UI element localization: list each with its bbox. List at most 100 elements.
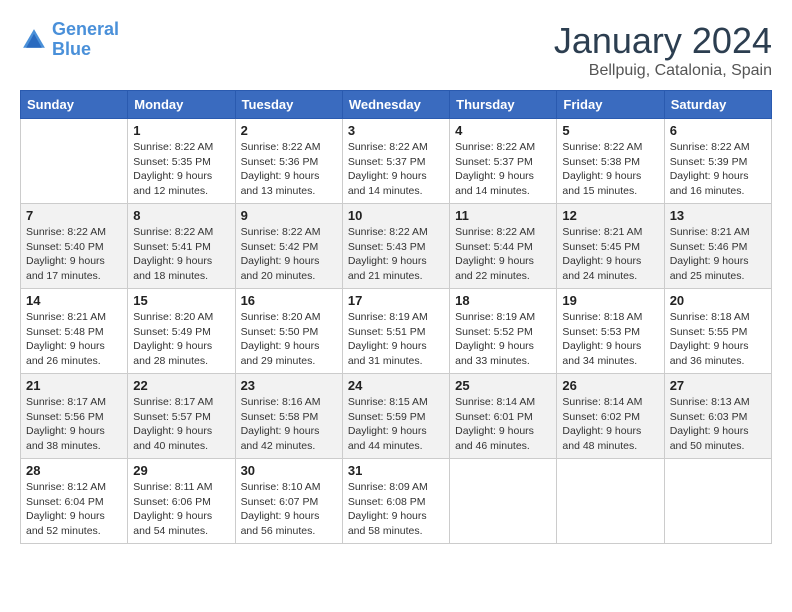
calendar-table: SundayMondayTuesdayWednesdayThursdayFrid… [20, 90, 772, 544]
col-header-wednesday: Wednesday [342, 91, 449, 119]
day-number: 2 [241, 123, 337, 138]
col-header-saturday: Saturday [664, 91, 771, 119]
day-cell: 30 Sunrise: 8:10 AMSunset: 6:07 PMDayligh… [235, 459, 342, 544]
day-cell: 7Sunrise: 8:22 AMSunset: 5:40 PMDaylight… [21, 204, 128, 289]
day-cell: 23Sunrise: 8:16 AMSunset: 5:58 PMDayligh… [235, 374, 342, 459]
logo-blue: Blue [52, 39, 91, 59]
day-cell: 6 Sunrise: 8:22 AMSunset: 5:39 PMDaylight… [664, 119, 771, 204]
day-number: 11 [455, 208, 551, 223]
day-number: 31 [348, 463, 444, 478]
day-info: Sunrise: 8:09 AMSunset: 6:08 PMDaylight:… [348, 480, 444, 539]
day-number: 22 [133, 378, 229, 393]
day-info: Sunrise: 8:19 AMSunset: 5:52 PMDaylight:… [455, 310, 551, 369]
day-number: 19 [562, 293, 658, 308]
col-header-monday: Monday [128, 91, 235, 119]
day-info: Sunrise: 8:18 AMSunset: 5:55 PMDaylight:… [670, 310, 766, 369]
day-info: Sunrise: 8:21 AMSunset: 5:45 PMDaylight:… [562, 225, 658, 284]
day-info: Sunrise: 8:22 AMSunset: 5:39 PMDaylight:… [670, 140, 766, 199]
day-cell: 21Sunrise: 8:17 AMSunset: 5:56 PMDayligh… [21, 374, 128, 459]
day-number: 27 [670, 378, 766, 393]
day-info: Sunrise: 8:22 AMSunset: 5:40 PMDaylight:… [26, 225, 122, 284]
day-cell: 22Sunrise: 8:17 AMSunset: 5:57 PMDayligh… [128, 374, 235, 459]
day-cell: 29Sunrise: 8:11 AMSunset: 6:06 PMDayligh… [128, 459, 235, 544]
day-info: Sunrise: 8:14 AMSunset: 6:02 PMDaylight:… [562, 395, 658, 454]
day-info: Sunrise: 8:21 AMSunset: 5:46 PMDaylight:… [670, 225, 766, 284]
day-cell [557, 459, 664, 544]
day-cell [450, 459, 557, 544]
day-info: Sunrise: 8:22 AMSunset: 5:44 PMDaylight:… [455, 225, 551, 284]
day-number: 24 [348, 378, 444, 393]
day-cell: 16 Sunrise: 8:20 AMSunset: 5:50 PMDayligh… [235, 289, 342, 374]
day-info: Sunrise: 8:20 AMSunset: 5:50 PMDaylight:… [241, 310, 337, 369]
day-info: Sunrise: 8:12 AMSunset: 6:04 PMDaylight:… [26, 480, 122, 539]
day-cell: 24 Sunrise: 8:15 AMSunset: 5:59 PMDayligh… [342, 374, 449, 459]
day-cell: 27 Sunrise: 8:13 AMSunset: 6:03 PMDayligh… [664, 374, 771, 459]
day-info: Sunrise: 8:11 AMSunset: 6:06 PMDaylight:… [133, 480, 229, 539]
week-row-3: 14 Sunrise: 8:21 AMSunset: 5:48 PMDayligh… [21, 289, 772, 374]
day-cell: 15Sunrise: 8:20 AMSunset: 5:49 PMDayligh… [128, 289, 235, 374]
day-cell: 20 Sunrise: 8:18 AMSunset: 5:55 PMDayligh… [664, 289, 771, 374]
day-info: Sunrise: 8:22 AMSunset: 5:37 PMDaylight:… [348, 140, 444, 199]
day-number: 18 [455, 293, 551, 308]
logo-text: General Blue [52, 20, 119, 60]
col-header-sunday: Sunday [21, 91, 128, 119]
day-number: 20 [670, 293, 766, 308]
day-cell: 31 Sunrise: 8:09 AMSunset: 6:08 PMDayligh… [342, 459, 449, 544]
day-cell: 5 Sunrise: 8:22 AMSunset: 5:38 PMDaylight… [557, 119, 664, 204]
day-cell: 25Sunrise: 8:14 AMSunset: 6:01 PMDayligh… [450, 374, 557, 459]
day-info: Sunrise: 8:14 AMSunset: 6:01 PMDaylight:… [455, 395, 551, 454]
day-number: 30 [241, 463, 337, 478]
header-row: SundayMondayTuesdayWednesdayThursdayFrid… [21, 91, 772, 119]
day-number: 5 [562, 123, 658, 138]
logo: General Blue [20, 20, 119, 60]
day-cell: 11 Sunrise: 8:22 AMSunset: 5:44 PMDayligh… [450, 204, 557, 289]
day-info: Sunrise: 8:22 AMSunset: 5:42 PMDaylight:… [241, 225, 337, 284]
day-number: 3 [348, 123, 444, 138]
day-info: Sunrise: 8:19 AMSunset: 5:51 PMDaylight:… [348, 310, 444, 369]
day-cell: 8Sunrise: 8:22 AMSunset: 5:41 PMDaylight… [128, 204, 235, 289]
day-info: Sunrise: 8:22 AMSunset: 5:36 PMDaylight:… [241, 140, 337, 199]
day-cell: 3 Sunrise: 8:22 AMSunset: 5:37 PMDaylight… [342, 119, 449, 204]
day-number: 28 [26, 463, 122, 478]
day-cell: 4Sunrise: 8:22 AMSunset: 5:37 PMDaylight… [450, 119, 557, 204]
day-cell: 2 Sunrise: 8:22 AMSunset: 5:36 PMDaylight… [235, 119, 342, 204]
day-info: Sunrise: 8:16 AMSunset: 5:58 PMDaylight:… [241, 395, 337, 454]
day-number: 16 [241, 293, 337, 308]
day-number: 1 [133, 123, 229, 138]
day-info: Sunrise: 8:13 AMSunset: 6:03 PMDaylight:… [670, 395, 766, 454]
col-header-friday: Friday [557, 91, 664, 119]
day-cell: 10Sunrise: 8:22 AMSunset: 5:43 PMDayligh… [342, 204, 449, 289]
day-info: Sunrise: 8:22 AMSunset: 5:38 PMDaylight:… [562, 140, 658, 199]
day-cell: 9 Sunrise: 8:22 AMSunset: 5:42 PMDaylight… [235, 204, 342, 289]
page-header: General Blue January 2024 Bellpuig, Cata… [20, 20, 772, 80]
day-info: Sunrise: 8:21 AMSunset: 5:48 PMDaylight:… [26, 310, 122, 369]
day-number: 6 [670, 123, 766, 138]
day-cell: 14 Sunrise: 8:21 AMSunset: 5:48 PMDayligh… [21, 289, 128, 374]
day-info: Sunrise: 8:22 AMSunset: 5:35 PMDaylight:… [133, 140, 229, 199]
day-number: 26 [562, 378, 658, 393]
day-info: Sunrise: 8:20 AMSunset: 5:49 PMDaylight:… [133, 310, 229, 369]
day-number: 8 [133, 208, 229, 223]
day-number: 12 [562, 208, 658, 223]
week-row-5: 28 Sunrise: 8:12 AMSunset: 6:04 PMDayligh… [21, 459, 772, 544]
day-info: Sunrise: 8:17 AMSunset: 5:56 PMDaylight:… [26, 395, 122, 454]
day-info: Sunrise: 8:15 AMSunset: 5:59 PMDaylight:… [348, 395, 444, 454]
day-cell: 26 Sunrise: 8:14 AMSunset: 6:02 PMDayligh… [557, 374, 664, 459]
day-number: 13 [670, 208, 766, 223]
week-row-4: 21Sunrise: 8:17 AMSunset: 5:56 PMDayligh… [21, 374, 772, 459]
day-cell: 18 Sunrise: 8:19 AMSunset: 5:52 PMDayligh… [450, 289, 557, 374]
day-number: 10 [348, 208, 444, 223]
day-info: Sunrise: 8:18 AMSunset: 5:53 PMDaylight:… [562, 310, 658, 369]
day-cell [664, 459, 771, 544]
day-cell: 12 Sunrise: 8:21 AMSunset: 5:45 PMDayligh… [557, 204, 664, 289]
day-cell: 19 Sunrise: 8:18 AMSunset: 5:53 PMDayligh… [557, 289, 664, 374]
day-cell: 28 Sunrise: 8:12 AMSunset: 6:04 PMDayligh… [21, 459, 128, 544]
week-row-2: 7Sunrise: 8:22 AMSunset: 5:40 PMDaylight… [21, 204, 772, 289]
day-number: 9 [241, 208, 337, 223]
day-cell: 1 Sunrise: 8:22 AMSunset: 5:35 PMDaylight… [128, 119, 235, 204]
day-info: Sunrise: 8:22 AMSunset: 5:37 PMDaylight:… [455, 140, 551, 199]
day-info: Sunrise: 8:10 AMSunset: 6:07 PMDaylight:… [241, 480, 337, 539]
day-number: 14 [26, 293, 122, 308]
logo-icon [20, 26, 48, 54]
logo-general: General [52, 19, 119, 39]
